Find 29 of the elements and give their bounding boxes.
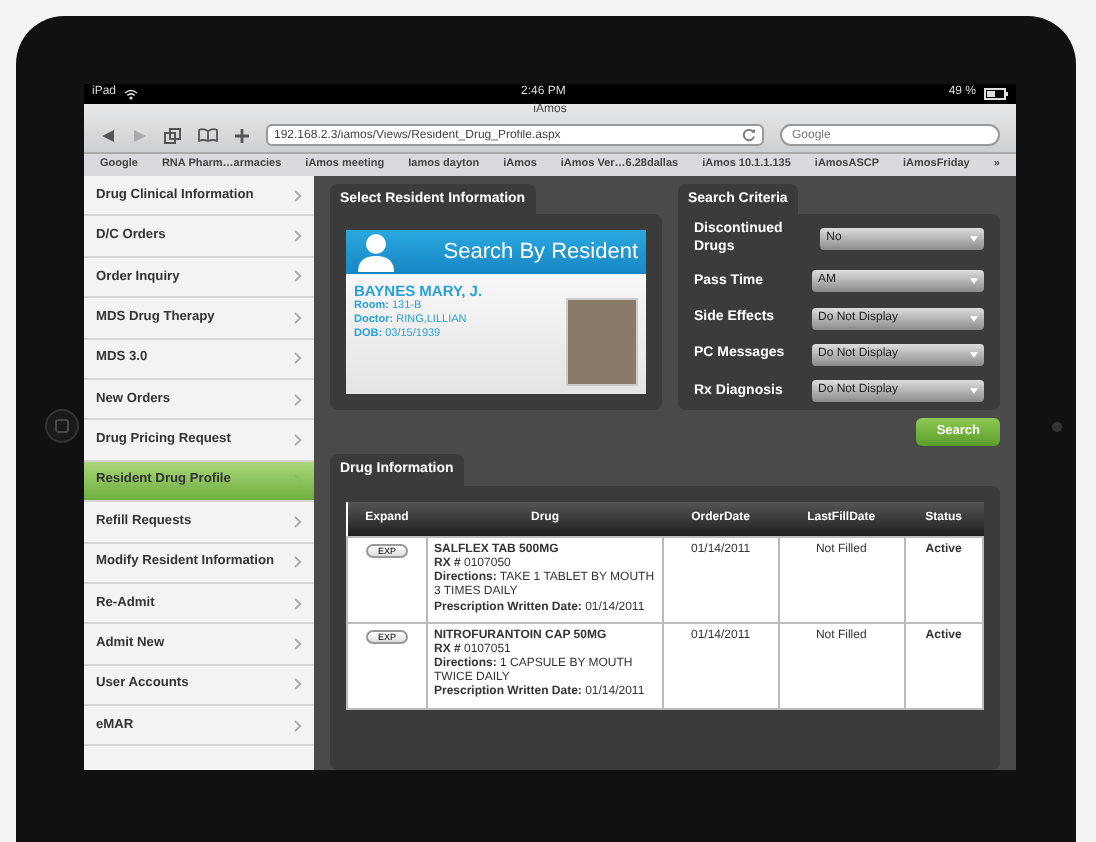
- chevron-icon: [294, 270, 302, 283]
- chevron-icon: [294, 597, 302, 610]
- chevron-icon: [294, 556, 302, 569]
- chevron-icon: [294, 678, 302, 691]
- wifi-icon: [124, 88, 139, 100]
- chevron-icon: [294, 515, 302, 528]
- chevron-icon: [294, 393, 302, 406]
- camera-icon: [1052, 422, 1062, 432]
- battery-icon: [984, 88, 1008, 100]
- chevron-icon: [294, 434, 302, 447]
- caret-icon: [970, 236, 978, 243]
- caret-icon: [970, 352, 978, 359]
- chevron-icon: [294, 719, 302, 732]
- card-title: Search By Resident: [443, 239, 638, 266]
- chevron-icon: [294, 637, 302, 650]
- person-silhouette-icon: [358, 232, 394, 273]
- chevron-icon: [294, 189, 302, 202]
- book-icon[interactable]: [198, 128, 218, 142]
- back-icon[interactable]: [100, 127, 116, 143]
- chevron-icon: [294, 352, 302, 365]
- caret-icon: [970, 278, 978, 285]
- chevron-icon: [294, 311, 302, 324]
- tabs-icon[interactable]: [164, 127, 182, 143]
- plus-icon[interactable]: [234, 127, 250, 143]
- chevron-icon: [294, 230, 302, 243]
- photo-placeholder: [566, 298, 638, 387]
- reload-icon[interactable]: [742, 128, 756, 142]
- caret-icon: [970, 388, 978, 395]
- caret-icon: [970, 315, 978, 322]
